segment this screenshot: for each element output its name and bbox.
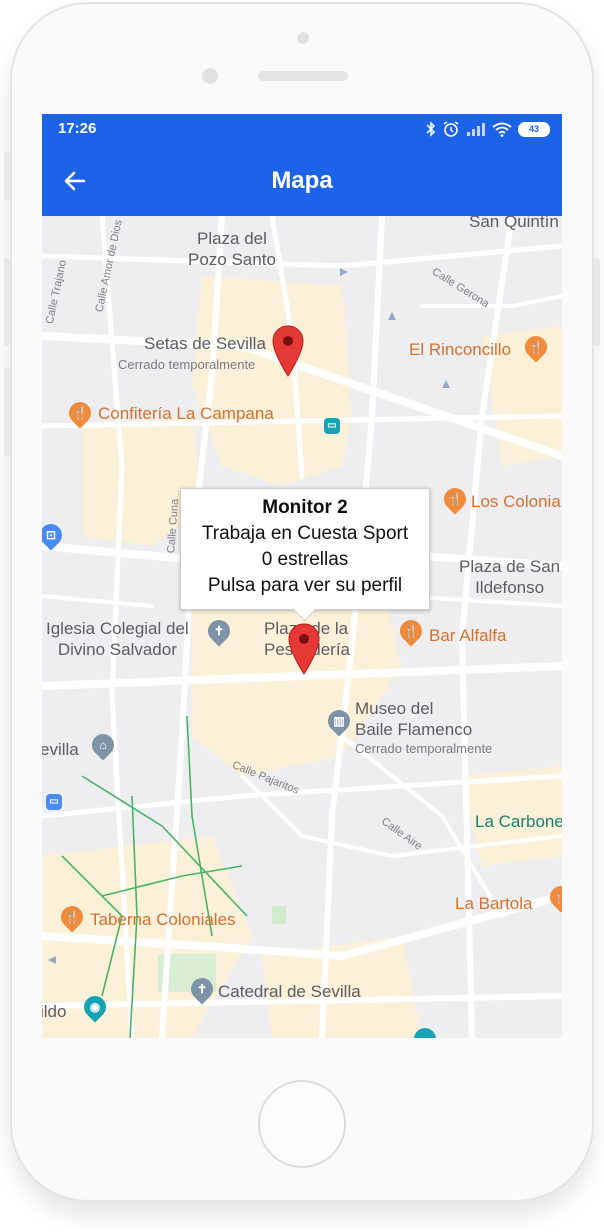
proximity-sensor: [202, 68, 218, 84]
home-button[interactable]: [258, 1080, 346, 1168]
label-el-rinconcillo[interactable]: El Rinconcillo: [409, 340, 511, 360]
camera-icon[interactable]: ◉: [79, 991, 111, 1023]
label-confiteria-la-campana[interactable]: Confitería La Campana: [98, 404, 274, 424]
app-bar: Mapa: [42, 144, 562, 216]
earpiece-speaker: [258, 71, 348, 81]
label-bar-alfalfa[interactable]: Bar Alfalfa: [429, 626, 507, 646]
map-marker-pin[interactable]: [271, 324, 305, 378]
label-catedral-de-sevilla: Catedral de Sevilla: [218, 982, 361, 1001]
cathedral-icon[interactable]: ✝: [186, 973, 218, 1005]
label-museo-status: Cerrado temporalmente: [355, 741, 493, 756]
wifi-icon: [492, 122, 512, 137]
church-icon[interactable]: ✝: [203, 615, 235, 647]
volume-down-button: [4, 368, 10, 456]
label-setas-status: Cerrado temporalmente: [118, 357, 256, 372]
bus-stop-icon[interactable]: ▭: [324, 418, 340, 434]
label-los-colonia[interactable]: Los Colonia: [471, 492, 561, 512]
cafe-icon[interactable]: 🍴: [64, 397, 96, 429]
signal-icon: [467, 123, 485, 136]
label-museo-baile-flamenco: Museo del Baile Flamenco: [355, 699, 473, 739]
transit-icon[interactable]: ▭: [46, 794, 62, 810]
label-plaza-pozo-santo: Plaza del Pozo Santo: [188, 229, 276, 269]
restaurant-icon[interactable]: 🍴: [520, 331, 552, 363]
label-sevilla-left: evilla: [42, 740, 79, 759]
alarm-icon: [443, 121, 459, 137]
screen: 17:26 43 Mapa Plaza del Pozo Santo San Q…: [42, 114, 562, 1038]
map-marker-pin-selected[interactable]: [287, 622, 321, 676]
restaurant-icon[interactable]: 🍴: [439, 483, 471, 515]
museum-icon[interactable]: ▥: [323, 705, 355, 737]
page-title: Mapa: [271, 167, 333, 194]
label-san-quintin: San Quintín: [469, 216, 559, 231]
bluetooth-icon: [426, 121, 436, 137]
info-window-cta: Pulsa para ver su perfil: [207, 575, 403, 596]
label-cabildo: ildo: [42, 1002, 67, 1021]
bar-icon[interactable]: 🍴: [395, 615, 427, 647]
label-taberna-coloniales[interactable]: Taberna Coloniales: [90, 910, 236, 930]
info-window-title: Monitor 2: [262, 497, 348, 518]
volume-up-button: [4, 258, 10, 346]
map-view[interactable]: Plaza del Pozo Santo San Quintín Setas d…: [42, 216, 562, 1038]
restaurant-icon[interactable]: 🍴: [56, 901, 88, 933]
battery-indicator: 43: [518, 121, 550, 137]
marker-info-window[interactable]: Monitor 2 Trabaja en Cuesta Sport 0 estr…: [180, 488, 430, 610]
power-button: [594, 258, 600, 346]
label-iglesia-colegial: Iglesia Colegial del Divino Salvador: [46, 619, 189, 659]
monument-icon[interactable]: ⌂: [87, 729, 119, 761]
mute-switch: [4, 152, 10, 200]
front-camera: [297, 32, 309, 44]
info-window-workplace: Trabaja en Cuesta Sport: [201, 523, 409, 544]
status-icons: 43: [426, 120, 550, 138]
status-time: 17:26: [58, 120, 97, 137]
label-setas-de-sevilla: Setas de Sevilla: [144, 334, 266, 353]
info-window-rating: 0 estrellas: [261, 549, 349, 570]
label-la-bartola[interactable]: La Bartola: [455, 894, 533, 914]
label-plaza-san-ildefonso: Plaza de San Ildefonso: [459, 557, 561, 597]
label-la-carboneria[interactable]: La Carbone: [475, 812, 562, 832]
status-bar: 17:26 43: [42, 114, 562, 144]
